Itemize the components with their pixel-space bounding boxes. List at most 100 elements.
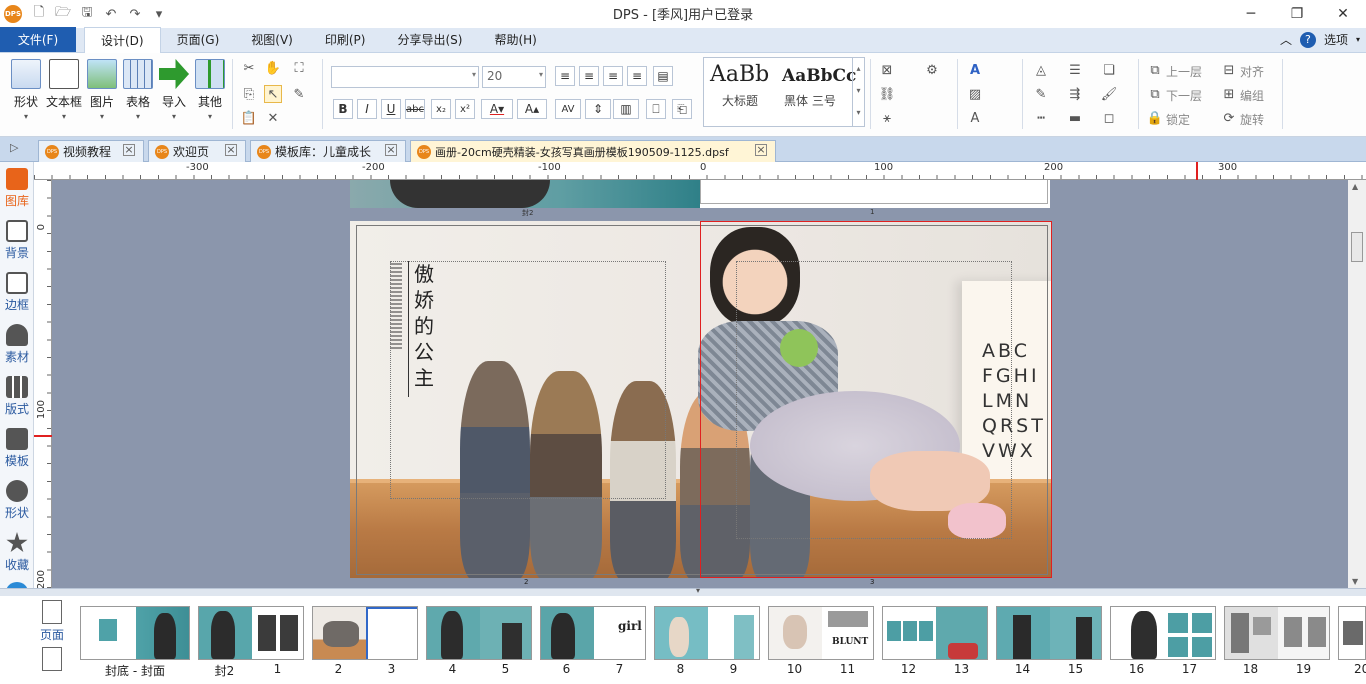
menu-file[interactable]: 文件(F): [0, 27, 76, 52]
pan-hand-icon[interactable]: ✋: [264, 59, 282, 77]
menu-print[interactable]: 印刷(P): [309, 27, 382, 52]
design-canvas[interactable]: 封2 1 ABC FGHI LMN QRST VWX 傲娇的公主 2 3: [52, 180, 1348, 588]
ruler-marker[interactable]: [34, 435, 52, 437]
line-width-icon[interactable]: ☰: [1066, 61, 1084, 79]
bring-forward-button[interactable]: 上一层: [1166, 63, 1202, 80]
select-arrow-icon[interactable]: ↖: [264, 85, 282, 103]
image-button[interactable]: 图片 ▾: [84, 59, 120, 121]
filmstrip-pages-tab[interactable]: 页面: [36, 596, 68, 684]
close-icon[interactable]: ✕: [1320, 0, 1366, 28]
thumb-back-front-cover[interactable]: [80, 606, 190, 660]
panel-layout[interactable]: 版式: [0, 372, 34, 424]
options-menu[interactable]: 选项: [1324, 31, 1348, 48]
scrollbar-thumb[interactable]: [1351, 232, 1363, 262]
lock-icon[interactable]: 🔒: [1146, 109, 1164, 127]
fill-color-icon[interactable]: ◬: [1032, 61, 1050, 79]
transparency-icon[interactable]: ◻: [1100, 109, 1118, 127]
group-icon[interactable]: ⊞: [1220, 85, 1238, 103]
selected-page-frame[interactable]: [700, 221, 1052, 578]
menu-share-export[interactable]: 分享导出(S): [381, 27, 478, 52]
align-icon[interactable]: ⊟: [1220, 61, 1238, 79]
font-size-up-icon[interactable]: A▴: [517, 99, 547, 119]
italic-icon[interactable]: I: [357, 99, 377, 119]
arrow-style-icon[interactable]: ⇶: [1066, 85, 1084, 103]
minimize-icon[interactable]: ─: [1228, 0, 1274, 28]
panel-background[interactable]: 背景: [0, 216, 34, 268]
tab-welcome[interactable]: DPS 欢迎页 ×: [148, 140, 246, 162]
new-file-icon[interactable]: 🗋: [30, 5, 48, 23]
paste-icon[interactable]: 📋: [240, 109, 258, 127]
line-spacing-icon[interactable]: ⇕: [585, 99, 611, 119]
tab-current-document[interactable]: DPS 画册-20cm硬壳精装-女孩写真画册模板190509-1125.dpsf…: [410, 140, 776, 162]
text-effect-icon[interactable]: A: [966, 61, 984, 79]
scroll-up-icon[interactable]: ▲: [1352, 182, 1358, 191]
style-gallery-scroll[interactable]: ▴ ▾ ▾: [852, 58, 864, 126]
import-button[interactable]: 导入 ▾: [156, 59, 192, 121]
thumb-p16-p17[interactable]: [1110, 606, 1216, 660]
filmstrip-splitter[interactable]: ▾: [0, 586, 1366, 596]
thumb-p2-p3[interactable]: [312, 606, 418, 660]
table-button[interactable]: 表格 ▾: [120, 59, 156, 121]
crop-image-icon[interactable]: ⛶: [290, 59, 308, 77]
thumb-p6-p7[interactable]: girl: [540, 606, 646, 660]
save-icon[interactable]: 🖫: [78, 5, 96, 23]
tab-video-tutorial[interactable]: DPS 视频教程 ×: [38, 140, 144, 162]
text-shadow-icon[interactable]: A: [966, 109, 984, 127]
bold-icon[interactable]: B: [333, 99, 353, 119]
other-button[interactable]: 其他 ▾: [192, 59, 228, 121]
style-preview-heiti[interactable]: AaBbCc: [782, 66, 856, 86]
font-size-combo[interactable]: 20 ▾: [482, 66, 546, 88]
help-icon[interactable]: ?: [1299, 31, 1316, 48]
line-style-icon[interactable]: ▬: [1066, 109, 1084, 127]
font-color-icon[interactable]: A▾: [481, 99, 513, 119]
text-direction-icon[interactable]: ⎗: [672, 99, 692, 119]
line-color-icon[interactable]: ✎: [1032, 85, 1050, 103]
restore-icon[interactable]: ❐: [1274, 0, 1320, 28]
unlink-icon[interactable]: ⚹: [878, 109, 896, 127]
distribute-icon[interactable]: ▤: [653, 66, 673, 86]
shape-button[interactable]: 形状 ▾: [8, 59, 44, 121]
undo-icon[interactable]: ↶: [102, 5, 120, 23]
font-name-combo[interactable]: ▾: [331, 66, 479, 88]
link-icon[interactable]: ⛓: [878, 85, 896, 103]
lock-button[interactable]: 锁定: [1166, 111, 1190, 128]
thumb-p8-p9[interactable]: [654, 606, 760, 660]
panel-border[interactable]: 边框: [0, 268, 34, 320]
char-spacing-icon[interactable]: AV: [555, 99, 581, 119]
image-adjust-icon[interactable]: ▨: [966, 85, 984, 103]
delete-icon[interactable]: ✕: [264, 109, 282, 127]
align-right-icon[interactable]: ≡: [603, 66, 623, 86]
thumb-p20[interactable]: [1338, 606, 1366, 660]
align-center-icon[interactable]: ≡: [579, 66, 599, 86]
tab-close-icon[interactable]: ×: [385, 144, 397, 156]
rotate-button[interactable]: 旋转: [1240, 111, 1264, 128]
rotate-icon[interactable]: ⟳: [1220, 109, 1238, 127]
thumb-cover2-p1[interactable]: [198, 606, 304, 660]
menu-page[interactable]: 页面(G): [161, 27, 236, 52]
style-preview-title[interactable]: AaBb: [710, 62, 769, 87]
align-button[interactable]: 对齐: [1240, 63, 1264, 80]
settings-gear-icon[interactable]: ⚙: [923, 61, 941, 79]
line-dash-icon[interactable]: ┅: [1032, 109, 1050, 127]
cut-icon[interactable]: ✂: [240, 59, 258, 77]
collapse-ribbon-icon[interactable]: ︿: [1280, 31, 1292, 48]
underline-icon[interactable]: U: [381, 99, 401, 119]
panel-gallery[interactable]: 图库: [0, 164, 34, 216]
tab-template-library[interactable]: DPS 模板库：儿童成长 ×: [250, 140, 406, 162]
splitter-arrow-icon[interactable]: ▾: [696, 586, 700, 595]
send-backward-icon[interactable]: ⧉: [1146, 85, 1164, 103]
thumb-p18-p19[interactable]: [1224, 606, 1330, 660]
thumb-p10-p11[interactable]: BLUNT: [768, 606, 874, 660]
magic-wand-icon[interactable]: ✎: [290, 85, 308, 103]
tab-close-icon[interactable]: ×: [225, 144, 237, 156]
thumb-p12-p13[interactable]: [882, 606, 988, 660]
format-painter-icon[interactable]: 🖌: [1100, 85, 1118, 103]
menu-design[interactable]: 设计(D): [84, 27, 161, 53]
menu-view[interactable]: 视图(V): [235, 27, 309, 52]
paragraph-icon[interactable]: ▥: [613, 99, 639, 119]
scroll-down-icon[interactable]: ▼: [1352, 577, 1358, 586]
superscript-icon[interactable]: x²: [455, 99, 475, 119]
tab-close-icon[interactable]: ×: [755, 144, 767, 156]
previous-spread[interactable]: [350, 180, 1050, 208]
send-backward-button[interactable]: 下一层: [1166, 87, 1202, 104]
